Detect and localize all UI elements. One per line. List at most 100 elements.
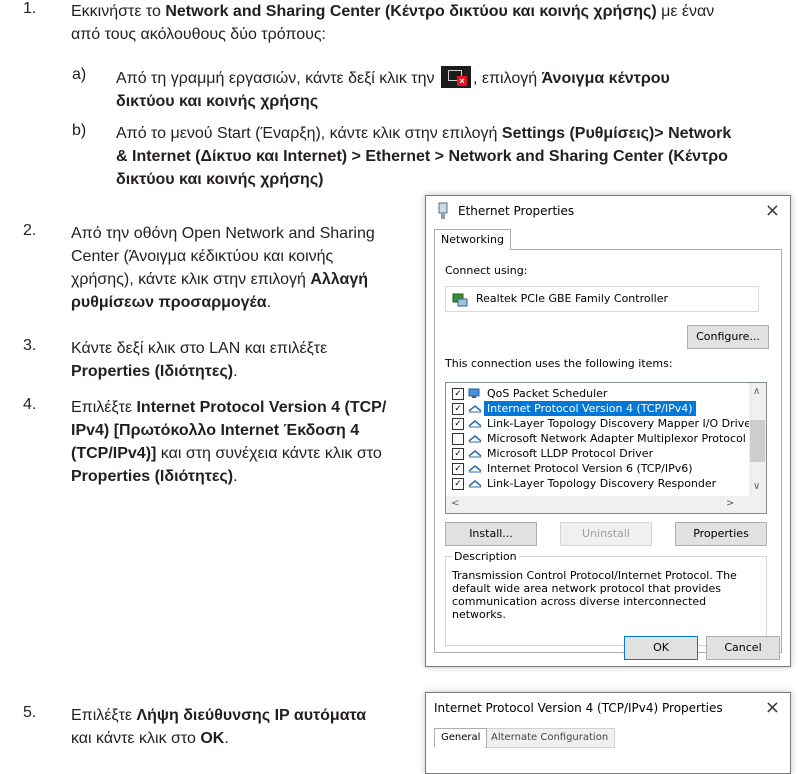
- protocol-icon: [468, 405, 482, 413]
- list-item[interactable]: Microsoft Network Adapter Multiplexor Pr…: [446, 431, 746, 446]
- step-2-text: Από την οθόνη Open Network and Sharing C…: [71, 222, 411, 314]
- description-legend: Description: [454, 550, 517, 563]
- ethernet-properties-dialog: Ethernet Properties × Networking Connect…: [425, 195, 791, 667]
- substep-label: a): [72, 66, 87, 83]
- list-item-label: Microsoft LLDP Protocol Driver: [487, 447, 654, 460]
- list-item-label: QoS Packet Scheduler: [487, 387, 608, 400]
- substep-text-part: Από το μενού Start (Έναρξη), κάντε κλικ …: [116, 125, 502, 142]
- substep-bold-part: Settings (Ρυθμίσεις)> Network: [501, 125, 732, 142]
- scroll-thumb[interactable]: [750, 420, 765, 462]
- install-button[interactable]: Install...: [445, 522, 537, 546]
- list-item-label: Internet Protocol Version 4 (TCP/IPv4): [484, 401, 696, 416]
- step-4-text: Επιλέξτε Internet Protocol Version 4 (TC…: [71, 396, 421, 488]
- step-text-part: .: [224, 730, 229, 747]
- uninstall-button[interactable]: Uninstall: [560, 522, 652, 546]
- items-list[interactable]: ✓ QoS Packet Scheduler ✓ Internet Protoc…: [445, 382, 767, 514]
- close-icon[interactable]: ×: [765, 697, 780, 718]
- checkbox[interactable]: ✓: [452, 388, 464, 400]
- list-item[interactable]: ✓ Internet Protocol Version 6 (TCP/IPv6): [446, 461, 746, 476]
- step-text-part: και στη συνέχεια κάντε κλικ στο: [156, 445, 382, 462]
- step-number: 3.: [23, 337, 37, 354]
- checkbox[interactable]: ✓: [452, 463, 464, 475]
- step-5-text: Επιλέξτε Λήψη διεύθυνσης IP αυτόματα και…: [71, 704, 411, 750]
- network-adapter-icon: [452, 293, 468, 307]
- step-text-part: και κάντε κλικ στο: [71, 730, 201, 747]
- network-tray-icon: ×: [440, 66, 471, 88]
- scroll-right-icon[interactable]: >: [726, 498, 734, 509]
- tab-general[interactable]: General: [434, 728, 488, 747]
- list-item[interactable]: ✓ Link-Layer Topology Discovery Responde…: [446, 476, 746, 491]
- dialog-titlebar: Internet Protocol Version 4 (TCP/IPv4) P…: [426, 693, 790, 723]
- checkbox[interactable]: ✓: [452, 448, 464, 460]
- scroll-left-icon[interactable]: <: [451, 498, 459, 509]
- checkbox[interactable]: ✓: [452, 403, 464, 415]
- step-text-part: Επιλέξτε: [71, 399, 137, 416]
- substep-bold-part: & Internet (Δίκτυο και Internet) > Ether…: [116, 148, 728, 165]
- step-number: 4.: [23, 396, 37, 413]
- dialog-title: Ethernet Properties: [458, 204, 575, 218]
- step-text-part: χρήσης), κάντε κλικ στην επιλογή: [71, 271, 311, 288]
- substep-text-part: , επιλογή: [472, 70, 542, 87]
- step-bold-part: Λήψη διεύθυνσης IP αυτόματα: [136, 707, 367, 724]
- dialog-title: Internet Protocol Version 4 (TCP/IPv4) P…: [434, 701, 723, 715]
- step-bold-part: (TCP/IPv4)]: [71, 445, 157, 462]
- step-text-part: Center (Άνοιγμα κέδικτύου και κοινής: [71, 248, 334, 265]
- step-text-part: από τους ακόλουθους δύο τρόπους:: [71, 26, 326, 43]
- step-bold-part: ρυθμίσεων προσαρμογέα: [71, 294, 267, 311]
- ethernet-icon: [438, 202, 448, 219]
- list-item-label: Internet Protocol Version 6 (TCP/IPv6): [487, 462, 693, 475]
- protocol-icon: [468, 450, 482, 458]
- step-text-part: .: [233, 468, 238, 485]
- list-item[interactable]: ✓ QoS Packet Scheduler: [446, 386, 746, 401]
- list-item-label: Microsoft Network Adapter Multiplexor Pr…: [487, 432, 746, 445]
- ipv4-properties-dialog: Internet Protocol Version 4 (TCP/IPv4) P…: [425, 692, 791, 774]
- list-item[interactable]: ✓ Microsoft LLDP Protocol Driver: [446, 446, 746, 461]
- step-text-part: .: [233, 363, 238, 380]
- horizontal-scrollbar[interactable]: < >: [446, 496, 766, 513]
- substep-label: b): [72, 122, 87, 139]
- close-icon[interactable]: ×: [765, 200, 780, 221]
- scroll-down-icon[interactable]: ∨: [753, 481, 760, 492]
- substep-bold-part: δικτύου και κοινής χρήσης: [116, 93, 319, 110]
- ok-button[interactable]: OK: [624, 636, 698, 660]
- step-text-part: Εκκινήστε το: [71, 3, 166, 20]
- dialog-titlebar: Ethernet Properties ×: [426, 196, 790, 226]
- substep-bold-part: δικτύου και κοινής χρήσης): [116, 171, 324, 188]
- list-item-label: Link-Layer Topology Discovery Mapper I/O…: [487, 417, 756, 430]
- protocol-icon: [468, 480, 482, 488]
- protocol-icon: [468, 420, 482, 428]
- step-text-part: με έναν: [656, 3, 715, 20]
- step-number: 1.: [23, 0, 37, 17]
- step-3-text: Κάντε δεξί κλικ στο LAN και επιλέξτε Pro…: [71, 337, 411, 383]
- step-bold-part: Αλλαγή: [310, 271, 368, 288]
- list-item[interactable]: ✓ Link-Layer Topology Discovery Mapper I…: [446, 416, 756, 431]
- substep-a-text: Από τη γραμμή εργασιών, κάντε δεξί κλικ …: [116, 66, 786, 113]
- step-bold-part: Properties (Ιδιότητες): [71, 363, 234, 380]
- step-bold-part: Network and Sharing Center (Κέντρο δικτύ…: [165, 3, 657, 20]
- step-number: 2.: [23, 222, 37, 239]
- step-text-part: .: [266, 294, 272, 311]
- protocol-icon: [468, 435, 482, 443]
- tab-alternate-configuration[interactable]: Alternate Configuration: [484, 728, 616, 748]
- checkbox[interactable]: ✓: [452, 478, 464, 490]
- checkbox[interactable]: [452, 433, 464, 445]
- list-item[interactable]: ✓ Internet Protocol Version 4 (TCP/IPv4): [446, 401, 746, 416]
- qos-icon: [468, 388, 480, 398]
- connect-using-label: Connect using:: [445, 264, 528, 277]
- checkbox[interactable]: ✓: [452, 418, 464, 430]
- step-bold-part: IPv4) [Πρωτόκολλο Internet Έκδοση 4: [71, 422, 360, 439]
- step-bold-part: Internet Protocol Version 4 (TCP/: [136, 399, 387, 416]
- substep-b-text: Από το μενού Start (Έναρξη), κάντε κλικ …: [116, 122, 796, 191]
- substep-bold-part: Άνοιγμα κέντρου: [541, 70, 670, 87]
- configure-button[interactable]: Configure...: [687, 325, 769, 349]
- properties-button[interactable]: Properties: [675, 522, 767, 546]
- tab-networking[interactable]: Networking: [434, 229, 511, 250]
- step-number: 5.: [23, 704, 37, 721]
- vertical-scrollbar[interactable]: ∧ ∨: [749, 383, 766, 496]
- cancel-button[interactable]: Cancel: [706, 636, 780, 660]
- protocol-icon: [468, 465, 482, 473]
- scroll-up-icon[interactable]: ∧: [753, 386, 760, 397]
- step-text-part: Από την οθόνη Open Network and Sharing: [71, 225, 375, 242]
- description-group: Description Transmission Control Protoco…: [445, 550, 767, 646]
- adapter-name: Realtek PCIe GBE Family Controller: [476, 292, 669, 305]
